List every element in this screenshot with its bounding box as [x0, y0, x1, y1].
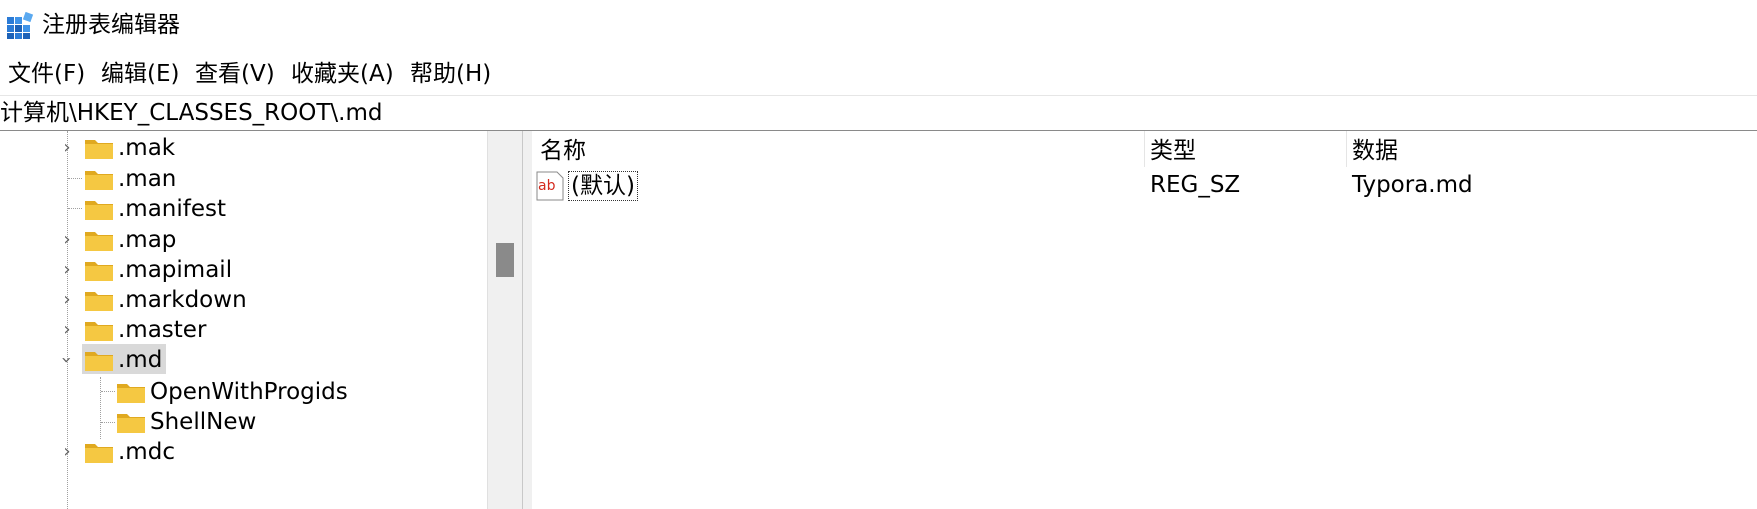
tree-item-selected[interactable]: › .md	[0, 344, 490, 376]
tree-item[interactable]: › .mapimail	[0, 254, 490, 286]
folder-icon	[85, 322, 113, 341]
tree-item-label: .md	[118, 347, 163, 373]
tree-item[interactable]: ShellNew	[0, 406, 490, 438]
tree-item[interactable]: › .mdc	[0, 436, 490, 468]
scrollbar-thumb[interactable]	[496, 243, 514, 277]
registry-editor-icon	[7, 12, 34, 39]
menu-file[interactable]: 文件(F)	[6, 60, 87, 88]
tree-item[interactable]: › .master	[0, 314, 490, 346]
string-value-icon: ab	[536, 171, 564, 201]
menu-favorites[interactable]: 收藏夹(A)	[289, 60, 396, 88]
folder-icon	[85, 171, 113, 190]
tree-item-label: .mapimail	[118, 257, 233, 283]
folder-icon	[85, 201, 113, 220]
tree-item-label: .mdc	[118, 439, 175, 465]
value-type: REG_SZ	[1150, 172, 1241, 198]
values-list[interactable]: 名称 类型 数据 ab (默认) REG_SZ Typora.md	[532, 131, 1757, 509]
title-bar: 注册表编辑器	[0, 0, 1757, 50]
chevron-right-icon[interactable]: ›	[59, 320, 75, 340]
tree-item-label: .manifest	[118, 196, 227, 222]
window-title: 注册表编辑器	[42, 12, 180, 38]
folder-icon	[85, 140, 113, 159]
folder-icon	[85, 292, 113, 311]
tree-item-label: ShellNew	[150, 409, 257, 435]
value-name[interactable]: (默认)	[568, 171, 638, 201]
folder-icon	[117, 384, 145, 403]
chevron-right-icon[interactable]: ›	[59, 230, 75, 250]
column-separator[interactable]	[1346, 131, 1347, 167]
menu-bar: 文件(F) 编辑(E) 查看(V) 收藏夹(A) 帮助(H)	[0, 56, 1757, 92]
column-header-data[interactable]: 数据	[1352, 137, 1398, 165]
tree-item-label: .map	[118, 227, 177, 253]
folder-icon	[117, 414, 145, 433]
menu-edit[interactable]: 编辑(E)	[99, 60, 181, 88]
chevron-down-icon[interactable]: ›	[56, 352, 77, 368]
folder-open-icon	[85, 352, 113, 371]
address-path[interactable]: 计算机\HKEY_CLASSES_ROOT\.md	[0, 99, 382, 127]
tree-item[interactable]: .man	[0, 163, 490, 195]
tree-item-label: OpenWithProgids	[150, 379, 348, 405]
tree-item-label: .mak	[118, 135, 176, 161]
menu-view[interactable]: 查看(V)	[193, 60, 277, 88]
chevron-right-icon[interactable]: ›	[59, 138, 75, 158]
column-separator[interactable]	[1144, 131, 1145, 167]
column-header-name[interactable]: 名称	[540, 137, 586, 165]
key-tree[interactable]: › .mak .man .manifest › .map › .mapimail…	[0, 131, 490, 509]
folder-icon	[85, 444, 113, 463]
value-data: Typora.md	[1352, 172, 1473, 198]
column-header-type[interactable]: 类型	[1150, 137, 1196, 165]
tree-item-label: .man	[118, 166, 177, 192]
tree-scrollbar[interactable]	[487, 131, 522, 509]
value-icon-text: ab	[538, 178, 556, 194]
folder-icon	[85, 232, 113, 251]
chevron-right-icon[interactable]: ›	[59, 442, 75, 462]
tree-item-label: .master	[118, 317, 207, 343]
tree-item[interactable]: › .mak	[0, 132, 490, 164]
chevron-right-icon[interactable]: ›	[59, 290, 75, 310]
address-bar[interactable]: 计算机\HKEY_CLASSES_ROOT\.md	[0, 95, 1757, 131]
tree-item[interactable]: .manifest	[0, 193, 490, 225]
menu-help[interactable]: 帮助(H)	[408, 60, 493, 88]
tree-item[interactable]: OpenWithProgids	[0, 376, 490, 408]
chevron-right-icon[interactable]: ›	[59, 260, 75, 280]
tree-item-label: .markdown	[118, 287, 247, 313]
tree-item[interactable]: › .markdown	[0, 284, 490, 316]
tree-item[interactable]: › .map	[0, 224, 490, 256]
folder-icon	[85, 262, 113, 281]
